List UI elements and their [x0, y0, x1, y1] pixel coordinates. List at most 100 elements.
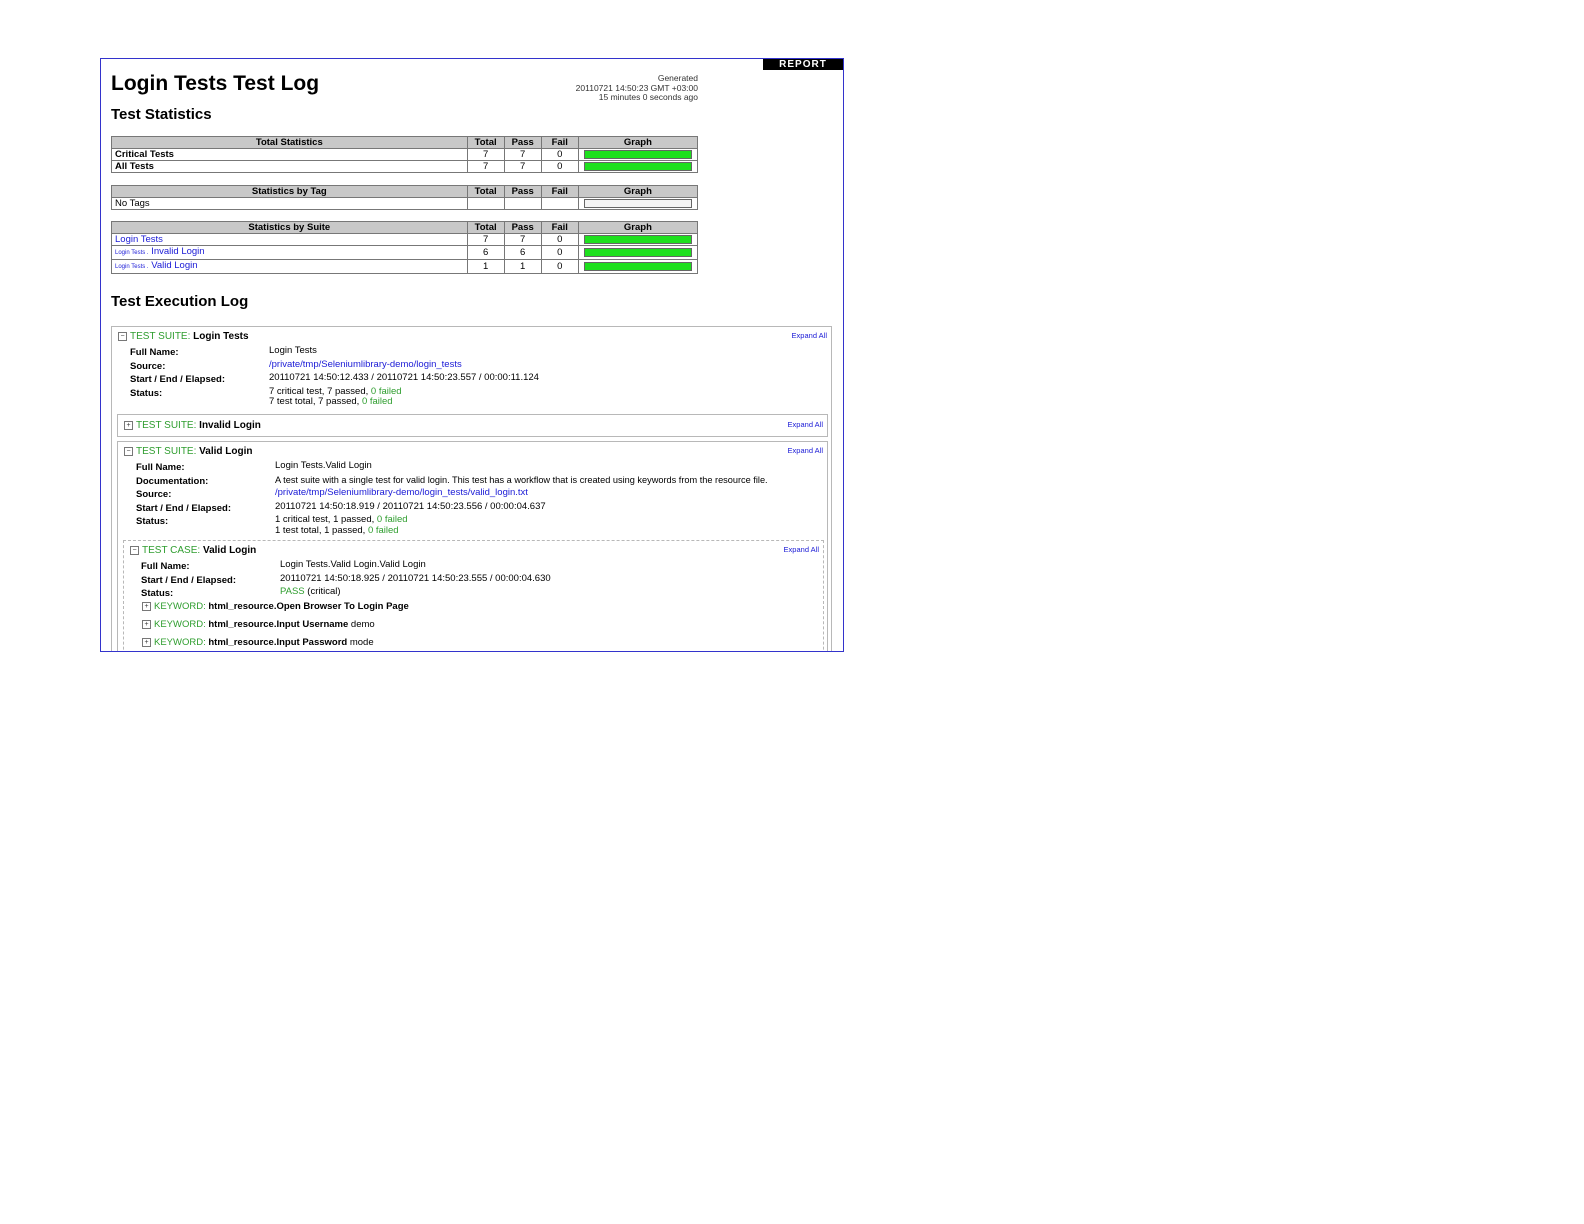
stat-pass: 7: [503, 148, 542, 161]
column-header-name: Total Statistics: [111, 136, 468, 149]
stat-name: All Tests: [111, 160, 468, 173]
suite-header[interactable]: − TEST SUITE: Valid Login: [124, 446, 253, 457]
stat-fail: 0: [540, 259, 579, 274]
stat-total: 6: [466, 245, 505, 260]
keyword-row[interactable]: + KEYWORD: html_resource.Input Password m…: [142, 637, 374, 648]
suite-header[interactable]: − TEST SUITE: Login Tests: [118, 331, 249, 342]
full-name-label: Full Name:: [130, 347, 179, 358]
keyword-row[interactable]: + KEYWORD: html_resource.Open Browser To …: [142, 601, 409, 612]
stat-fail: 0: [540, 148, 579, 161]
stat-graph: [577, 259, 699, 274]
expand-all-link[interactable]: Expand All: [792, 331, 827, 340]
status-label: Status:: [130, 387, 163, 399]
suite-stat-name: Login Tests . Invalid Login: [111, 245, 468, 260]
status-value: PASS (critical): [280, 586, 341, 597]
source-link[interactable]: /private/tmp/Seleniumlibrary-demo/login_…: [269, 359, 462, 371]
keyword-name: html_resource.Input Password: [208, 637, 348, 648]
expand-icon[interactable]: +: [124, 420, 133, 430]
keyword-row[interactable]: + KEYWORD: html_resource.Input Username d…: [142, 619, 375, 630]
stat-pass: 1: [503, 259, 542, 274]
times-value: 20110721 14:50:18.925 / 20110721 14:50:2…: [280, 572, 551, 584]
stat-total: 7: [466, 160, 505, 173]
column-header-name: Statistics by Tag: [111, 185, 468, 198]
column-header-name: Statistics by Suite: [111, 221, 468, 234]
expand-icon[interactable]: +: [142, 637, 151, 647]
expand-all-link[interactable]: Expand All: [788, 446, 823, 455]
suite-stat-name: Login Tests . Valid Login: [111, 259, 468, 274]
stat-graph: [577, 197, 699, 210]
full-name-label: Full Name:: [141, 561, 190, 572]
pass-bar: [583, 150, 692, 159]
keyword-args: demo: [348, 619, 375, 630]
status-value: 1 critical test, 1 passed, 0 failed 1 te…: [275, 514, 408, 536]
suite-statistics-table: Statistics by Suite Total Pass Fail Grap…: [111, 221, 699, 274]
table-row: All Tests 7 7 0: [111, 160, 699, 173]
stat-fail: 0: [540, 245, 579, 260]
suite-kind-label: TEST SUITE:: [130, 331, 191, 342]
column-header-fail: Fail: [540, 185, 579, 198]
no-tags-text: No Tags: [111, 197, 468, 210]
expand-all-link[interactable]: Expand All: [788, 420, 823, 429]
table-header-row: Total Statistics Total Pass Fail Graph: [111, 136, 699, 149]
full-name-value: Login Tests.Valid Login: [275, 460, 372, 471]
status-label: Status:: [141, 588, 174, 599]
suite-metadata: Full Name: Login Tests Source: /private/tm…: [130, 345, 810, 409]
total-statistics-table: Total Statistics Total Pass Fail Graph C…: [111, 136, 699, 173]
test-case-valid-login: − TEST CASE: Valid Login Expand All Full …: [123, 540, 824, 651]
pass-bar: [583, 248, 692, 257]
test-log-page: REPORT Login Tests Test Log Generated 20…: [100, 58, 844, 652]
tag-statistics-table: Statistics by Tag Total Pass Fail Graph …: [111, 185, 699, 210]
column-header-fail: Fail: [540, 136, 579, 149]
stat-graph: [577, 148, 699, 161]
suite-kind-label: TEST SUITE:: [136, 446, 197, 457]
suite-name: Valid Login: [199, 446, 253, 457]
table-row: Login Tests 7 7 0: [111, 233, 699, 246]
keyword-args: mode: [347, 637, 374, 648]
test-case-kind-label: TEST CASE:: [142, 545, 201, 556]
stat-name: Critical Tests: [111, 148, 468, 161]
suite-header[interactable]: + TEST SUITE: Invalid Login: [124, 420, 261, 431]
stat-total: 1: [466, 259, 505, 274]
times-value: 20110721 14:50:12.433 / 20110721 14:50:2…: [269, 372, 539, 383]
generated-info: Generated 20110721 14:50:23 GMT +03:00 1…: [541, 73, 698, 103]
pass-status: PASS: [280, 586, 305, 597]
stat-total: 7: [466, 148, 505, 161]
test-statistics-heading: Test Statistics: [111, 106, 212, 123]
expand-icon[interactable]: +: [142, 601, 151, 611]
suite-link-invalid-login[interactable]: Invalid Login: [151, 247, 204, 258]
empty-bar: [583, 199, 692, 208]
column-header-graph: Graph: [577, 221, 699, 234]
column-header-graph: Graph: [577, 136, 699, 149]
generated-ago: 15 minutes 0 seconds ago: [598, 92, 698, 102]
table-row: Critical Tests 7 7 0: [111, 148, 699, 161]
table-row: Login Tests . Invalid Login 6 6 0: [111, 245, 699, 260]
source-label: Source:: [136, 489, 172, 500]
keyword-name: html_resource.Open Browser To Login Page: [208, 601, 409, 612]
column-header-pass: Pass: [503, 221, 542, 234]
failed-count: 0 failed: [370, 385, 402, 397]
source-link[interactable]: /private/tmp/Seleniumlibrary-demo/login_…: [275, 487, 528, 499]
suite-link-login-tests[interactable]: Login Tests: [115, 235, 163, 245]
expand-all-link[interactable]: Expand All: [784, 545, 819, 554]
column-header-total: Total: [466, 136, 505, 149]
suite-metadata: Full Name: Login Tests.Valid Login Docume…: [136, 460, 826, 537]
full-name-value: Login Tests: [269, 345, 317, 356]
test-execution-log-heading: Test Execution Log: [111, 293, 249, 310]
collapse-icon[interactable]: −: [118, 331, 127, 341]
stat-total: 7: [466, 233, 505, 246]
source-label: Source:: [130, 360, 166, 372]
suite-kind-label: TEST SUITE:: [136, 420, 197, 431]
collapse-icon[interactable]: −: [124, 446, 133, 456]
collapse-icon[interactable]: −: [130, 545, 139, 555]
stat-fail: 0: [540, 160, 579, 173]
suite-stat-name: Login Tests: [111, 233, 468, 246]
report-button[interactable]: REPORT: [763, 59, 843, 70]
suite-link-valid-login[interactable]: Valid Login: [151, 261, 197, 272]
stat-pass: 7: [503, 233, 542, 246]
failed-count: 0 failed: [361, 396, 393, 407]
stat-pass: 6: [503, 245, 542, 260]
expand-icon[interactable]: +: [142, 619, 151, 629]
status-value: 7 critical test, 7 passed, 0 failed 7 te…: [269, 385, 402, 407]
test-case-name: Valid Login: [202, 545, 257, 556]
test-case-header[interactable]: − TEST CASE: Valid Login: [130, 545, 256, 556]
